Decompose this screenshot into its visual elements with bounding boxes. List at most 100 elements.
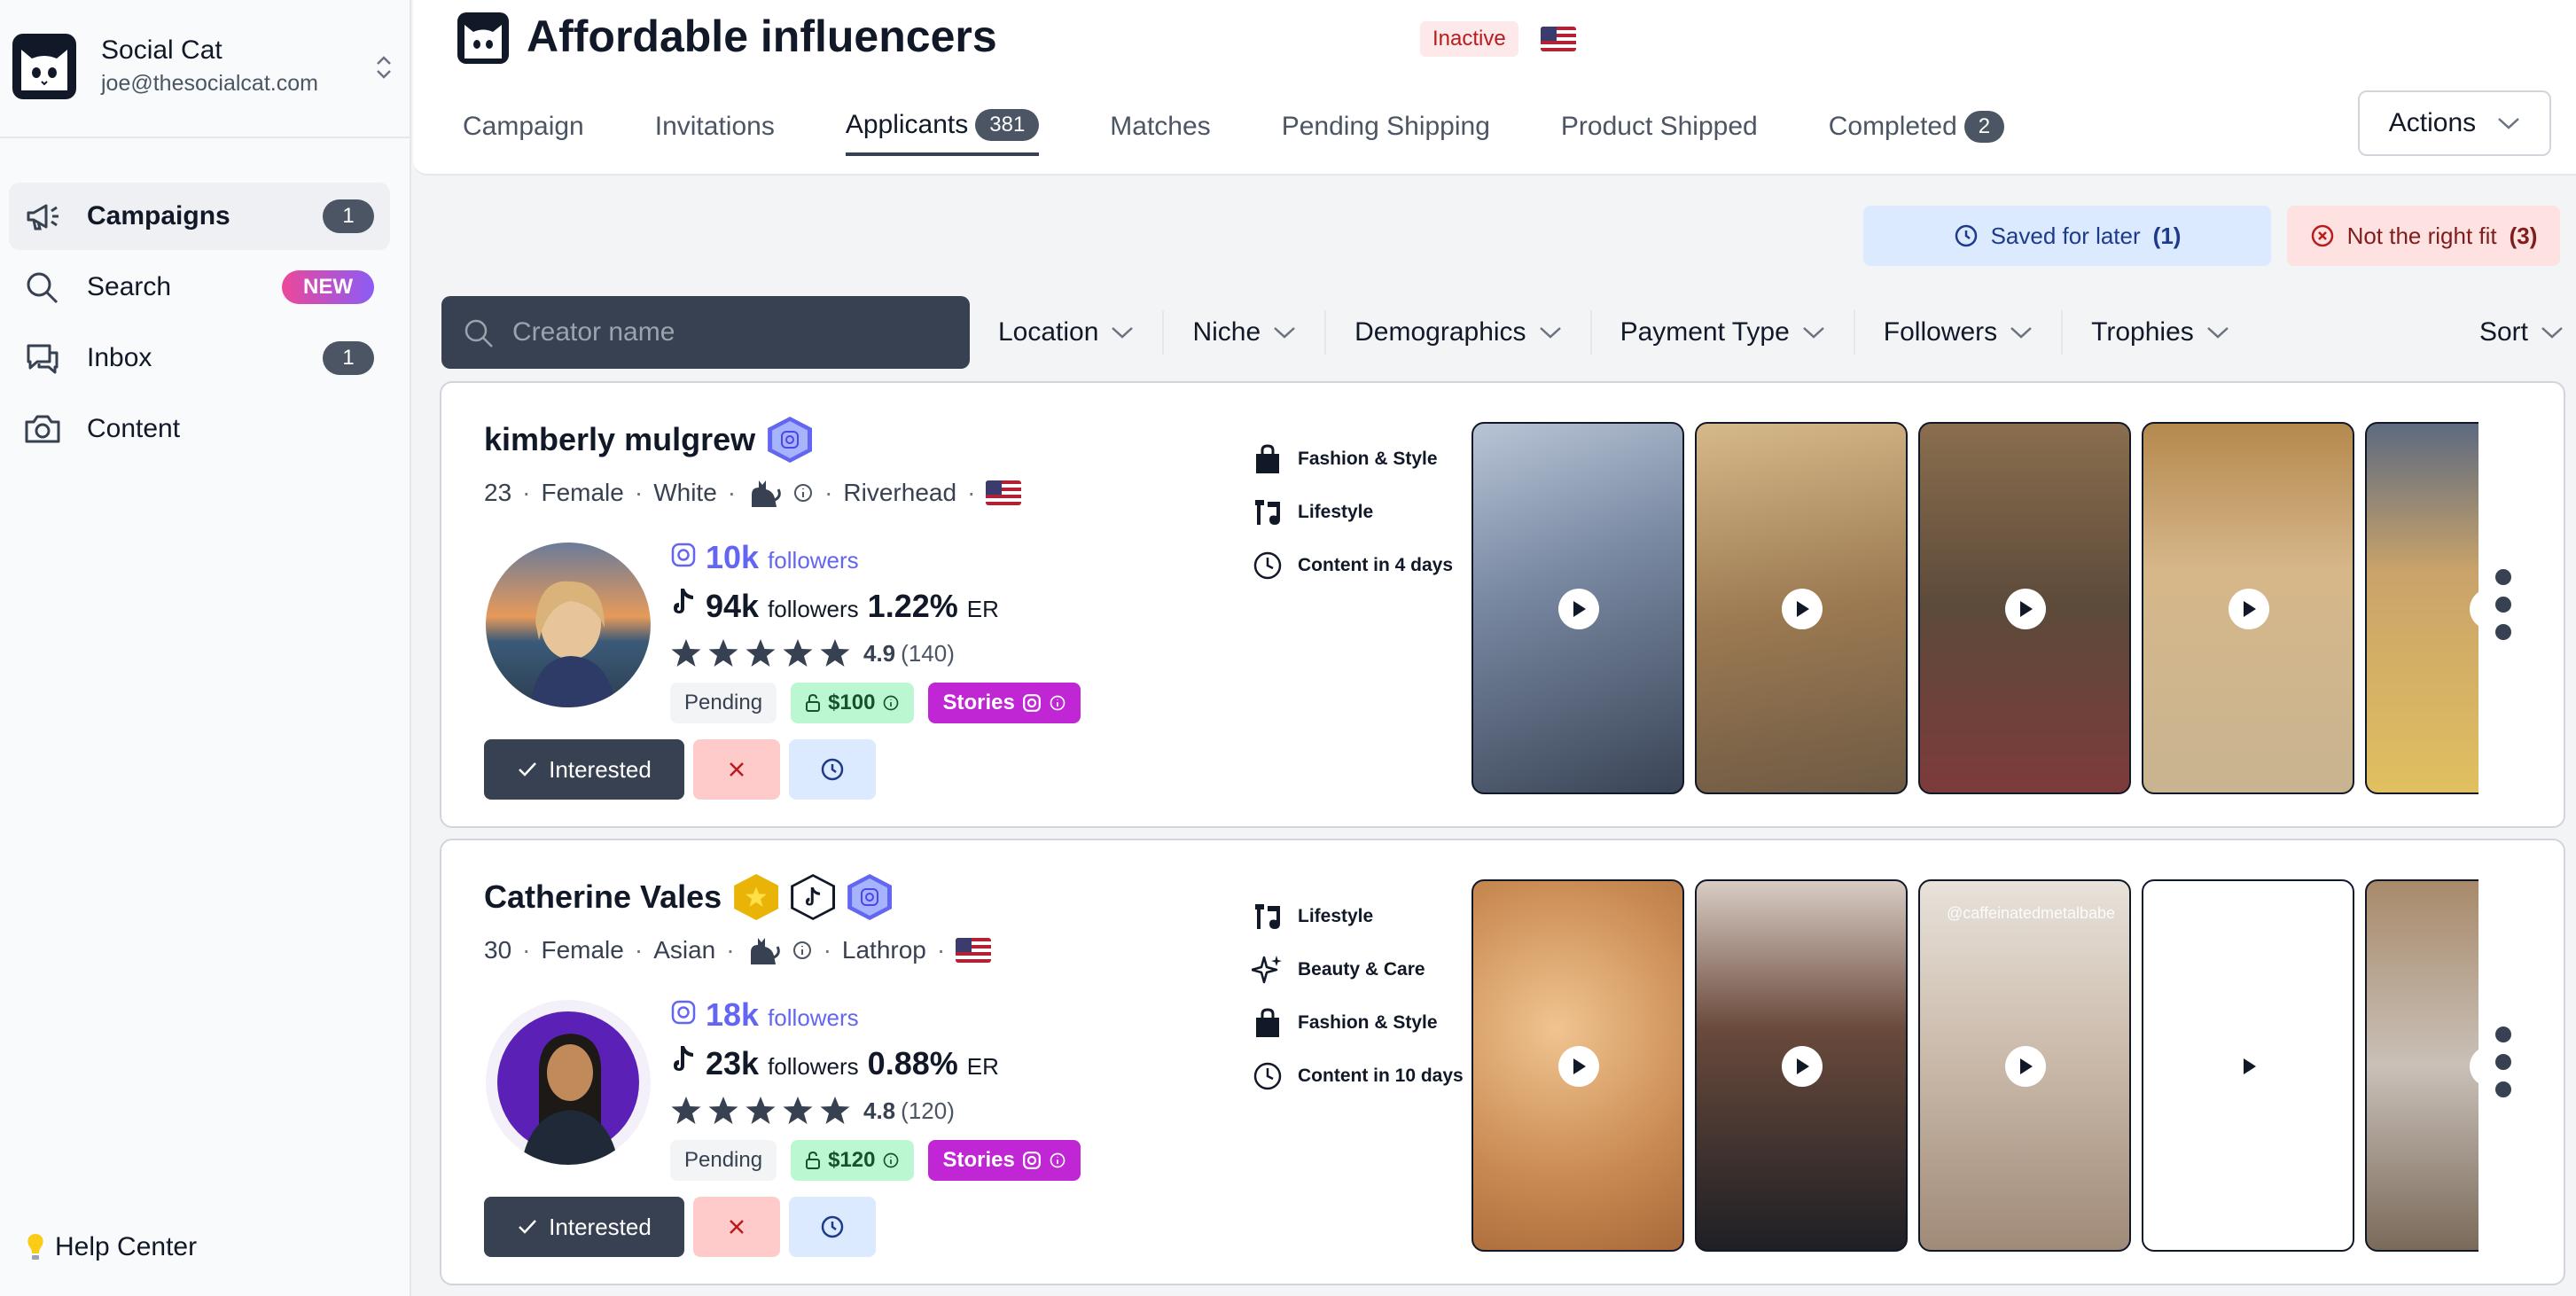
creator-demographics: 23 · Female · White · · Riverhead ·: [484, 477, 1022, 509]
check-icon: [519, 762, 537, 777]
filter-demographics[interactable]: Demographics: [1326, 310, 1592, 355]
save-for-later-button[interactable]: [789, 1197, 876, 1257]
tag-lifestyle: Lifestyle: [1252, 890, 1464, 943]
price-value: $120: [828, 1148, 876, 1172]
filter-trophies[interactable]: Trophies: [2063, 310, 2258, 355]
creator-gender: Female: [541, 936, 624, 964]
sidebar-item-campaigns[interactable]: Campaigns 1: [9, 183, 390, 250]
creator-location: Lathrop: [841, 936, 926, 964]
sort-dropdown[interactable]: Sort: [2479, 296, 2564, 369]
sidebar-item-content[interactable]: Content: [9, 395, 390, 463]
tag-label: Lifestyle: [1298, 906, 1374, 926]
info-icon[interactable]: [882, 1152, 900, 1169]
tab-applicants[interactable]: Applicants 381: [845, 98, 1040, 156]
not-the-right-fit-button[interactable]: Not the right fit (3): [2287, 206, 2560, 266]
price-badge: $100: [791, 683, 915, 723]
instagram-badge-icon: [768, 417, 813, 463]
interested-button[interactable]: Interested: [484, 739, 684, 800]
campaign-tabs: Campaign Invitations Applicants 381 Match…: [463, 98, 2075, 156]
play-icon: [1782, 1046, 1823, 1087]
creator-avatar[interactable]: [486, 543, 651, 707]
star-icon: [745, 639, 776, 667]
account-switcher[interactable]: Social Cat joe@thesocialcat.com: [0, 0, 411, 138]
filter-location[interactable]: Location: [970, 310, 1165, 355]
reject-button[interactable]: [693, 1197, 780, 1257]
creator-card: kimberly mulgrew 23 · Female · White · · Ri…: [440, 381, 2565, 828]
filter-label: Niche: [1192, 317, 1261, 347]
video-thumbnail[interactable]: [2142, 422, 2354, 794]
actions-dropdown[interactable]: Actions: [2358, 90, 2551, 156]
offer-badges: Pending $100 Stories: [670, 683, 1081, 723]
video-thumbnail[interactable]: [2365, 422, 2478, 794]
interested-label: Interested: [549, 755, 652, 783]
play-icon: [1558, 1046, 1599, 1087]
tab-product-shipped[interactable]: Product Shipped: [1561, 98, 1758, 156]
creator-tags: Lifestyle Beauty & Care Fashion & Style …: [1252, 890, 1464, 1103]
status-badge: Pending: [670, 683, 777, 723]
creator-demographics: 30 · Female · Asian · · Lathrop ·: [484, 934, 992, 966]
tab-invitations[interactable]: Invitations: [655, 98, 775, 156]
filter-niche[interactable]: Niche: [1164, 310, 1327, 355]
creator-name[interactable]: Catherine Vales: [484, 878, 722, 916]
more-options-icon[interactable]: [2494, 1027, 2512, 1097]
er-label: ER: [966, 1053, 999, 1080]
status-badge: Pending: [670, 1140, 777, 1181]
video-thumbnail[interactable]: [1918, 422, 2131, 794]
info-icon[interactable]: [792, 940, 813, 961]
lifestyle-icon: [1255, 904, 1280, 929]
reject-button[interactable]: [693, 739, 780, 800]
sidebar-item-inbox[interactable]: Inbox 1: [9, 324, 390, 392]
video-thumbnail[interactable]: [1471, 879, 1684, 1252]
video-thumbnail[interactable]: @caffeinatedmetalbabe: [1918, 879, 2131, 1252]
us-flag-icon: [986, 480, 1022, 505]
saved-for-later-button[interactable]: Saved for later (1): [1863, 206, 2271, 266]
creator-name-row: kimberly mulgrew: [484, 417, 813, 463]
info-icon[interactable]: [1049, 694, 1066, 712]
shopping-bag-icon: [1256, 1008, 1279, 1037]
save-for-later-button[interactable]: [789, 739, 876, 800]
help-center-link[interactable]: Help Center: [25, 1232, 197, 1262]
more-options-icon[interactable]: [2494, 569, 2512, 640]
clock-icon: [1253, 551, 1282, 580]
play-icon: [2005, 589, 2046, 629]
video-thumbnail[interactable]: [1695, 879, 1908, 1252]
new-badge: NEW: [282, 270, 374, 304]
ig-follower-count: 10k: [706, 539, 760, 575]
play-icon: [2229, 1046, 2269, 1087]
rating-value: 4.8: [863, 1097, 896, 1124]
creator-name[interactable]: kimberly mulgrew: [484, 421, 755, 458]
inbox-count-badge: 1: [323, 341, 374, 375]
check-icon: [519, 1220, 537, 1234]
tab-pending-shipping[interactable]: Pending Shipping: [1282, 98, 1490, 156]
info-icon[interactable]: [1049, 1152, 1066, 1169]
filter-followers[interactable]: Followers: [1855, 310, 2064, 355]
creator-name-row: Catherine Vales: [484, 874, 893, 920]
filter-payment-type[interactable]: Payment Type: [1592, 310, 1855, 355]
video-thumbnail[interactable]: [2142, 879, 2354, 1252]
x-circle-icon: [2311, 224, 2333, 247]
creator-age: 30: [484, 936, 512, 964]
cat-icon: [750, 938, 780, 964]
account-email: joe@thesocialcat.com: [101, 71, 318, 96]
sparkle-icon: [1252, 956, 1282, 984]
tab-completed[interactable]: Completed 2: [1829, 98, 2005, 156]
creator-avatar[interactable]: [486, 1000, 651, 1165]
info-icon[interactable]: [882, 694, 900, 712]
tab-label: Product Shipped: [1560, 112, 1758, 141]
video-thumbnail[interactable]: [1471, 422, 1684, 794]
sidebar-item-label: Search: [87, 272, 172, 301]
chevron-down-icon: [1112, 327, 1134, 339]
info-icon[interactable]: [792, 482, 814, 504]
creator-search: [441, 296, 970, 369]
video-thumbnail[interactable]: [1695, 422, 1908, 794]
sidebar-item-search[interactable]: Search NEW: [9, 254, 390, 321]
tab-campaign[interactable]: Campaign: [463, 98, 584, 156]
video-thumbnail[interactable]: [2365, 879, 2478, 1252]
play-icon: [2470, 1046, 2478, 1087]
tag-fashion-style: Fashion & Style: [1252, 433, 1453, 486]
interested-button[interactable]: Interested: [484, 1197, 684, 1257]
tab-matches[interactable]: Matches: [1110, 98, 1210, 156]
instagram-icon: [1022, 1152, 1041, 1169]
creator-name-input[interactable]: [512, 312, 947, 353]
not-fit-count: (3): [2509, 222, 2538, 249]
